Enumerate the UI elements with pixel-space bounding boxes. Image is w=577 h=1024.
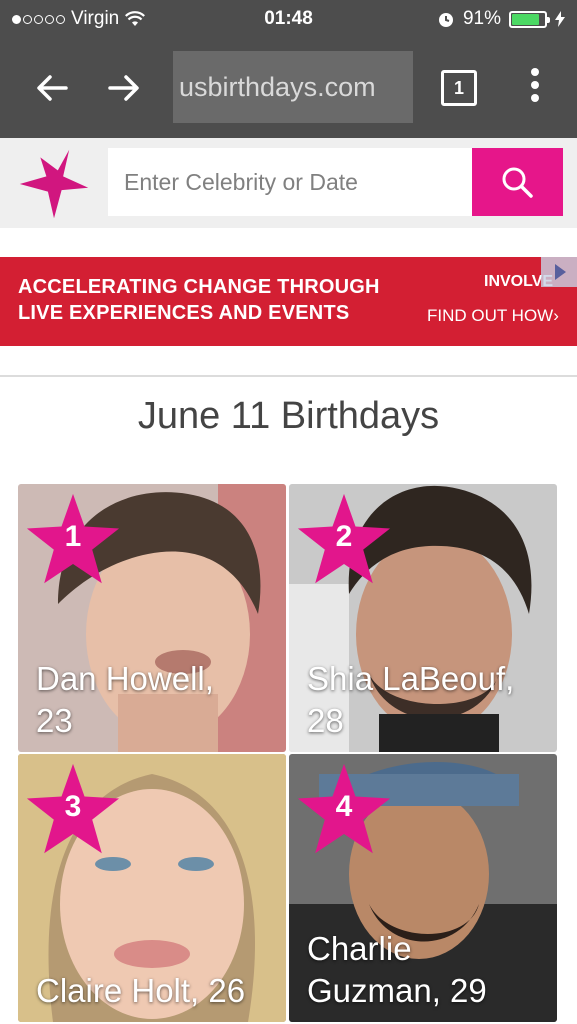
- celebrity-caption: Claire Holt, 26: [36, 970, 272, 1012]
- section-divider: [0, 375, 577, 377]
- rank-number: 2: [335, 520, 353, 553]
- site-header: [0, 138, 577, 228]
- ad-headline-line2: LIVE EXPERIENCES AND EVENTS: [18, 302, 350, 324]
- ad-headline-line1: ACCELERATING CHANGE THROUGH: [18, 276, 380, 298]
- celebrity-card[interactable]: 2 Shia LaBeouf, 28: [289, 484, 557, 752]
- alarm-icon: [438, 13, 453, 27]
- ad-banner[interactable]: ACCELERATING CHANGE THROUGH LIVE EXPERIE…: [0, 257, 577, 346]
- tab-switcher-button[interactable]: 1: [441, 70, 477, 106]
- status-bar: Virgin 01:48 91%: [0, 0, 577, 38]
- search-input[interactable]: [108, 148, 472, 216]
- overflow-menu-icon[interactable]: [530, 68, 540, 104]
- star-logo-icon[interactable]: [16, 146, 92, 222]
- celebrity-name: Claire Holt, 26: [36, 972, 246, 1009]
- celebrity-age: 28: [307, 702, 344, 739]
- celebrity-name: Charlie: [307, 930, 412, 967]
- search-button[interactable]: [472, 148, 563, 216]
- search-icon: [502, 167, 533, 198]
- rank-number: 3: [64, 790, 82, 823]
- url-bar[interactable]: usbirthdays.com: [173, 51, 413, 123]
- celebrity-card[interactable]: 4 Charlie Guzman, 29: [289, 754, 557, 1022]
- celebrity-card[interactable]: 1 Dan Howell, 23: [18, 484, 286, 752]
- celebrity-caption: Dan Howell, 23: [36, 658, 272, 742]
- battery-icon: [509, 10, 550, 28]
- ad-cta-link[interactable]: FIND OUT HOW›: [427, 306, 559, 326]
- battery-percent: 91%: [462, 8, 501, 29]
- celebrity-card[interactable]: 3 Claire Holt, 26: [18, 754, 286, 1022]
- back-arrow-icon[interactable]: [30, 66, 74, 110]
- celebrity-caption: Charlie Guzman, 29: [307, 928, 543, 1012]
- adchoices-icon[interactable]: [541, 257, 577, 287]
- celebrity-age: 23: [36, 702, 73, 739]
- celebrity-name: Shia LaBeouf,: [307, 660, 515, 697]
- celebrity-age: Guzman, 29: [307, 972, 487, 1009]
- url-text: usbirthdays.com: [179, 72, 376, 102]
- celebrity-name: Dan Howell,: [36, 660, 214, 697]
- status-right: 91%: [437, 8, 565, 30]
- page-title: June 11 Birthdays: [137, 395, 440, 437]
- charging-icon: [555, 11, 565, 27]
- celebrity-caption: Shia LaBeouf, 28: [307, 658, 543, 742]
- rank-number: 1: [64, 520, 82, 553]
- browser-toolbar: usbirthdays.com 1: [0, 38, 577, 138]
- forward-arrow-icon[interactable]: [102, 66, 146, 110]
- rank-number: 4: [335, 790, 353, 823]
